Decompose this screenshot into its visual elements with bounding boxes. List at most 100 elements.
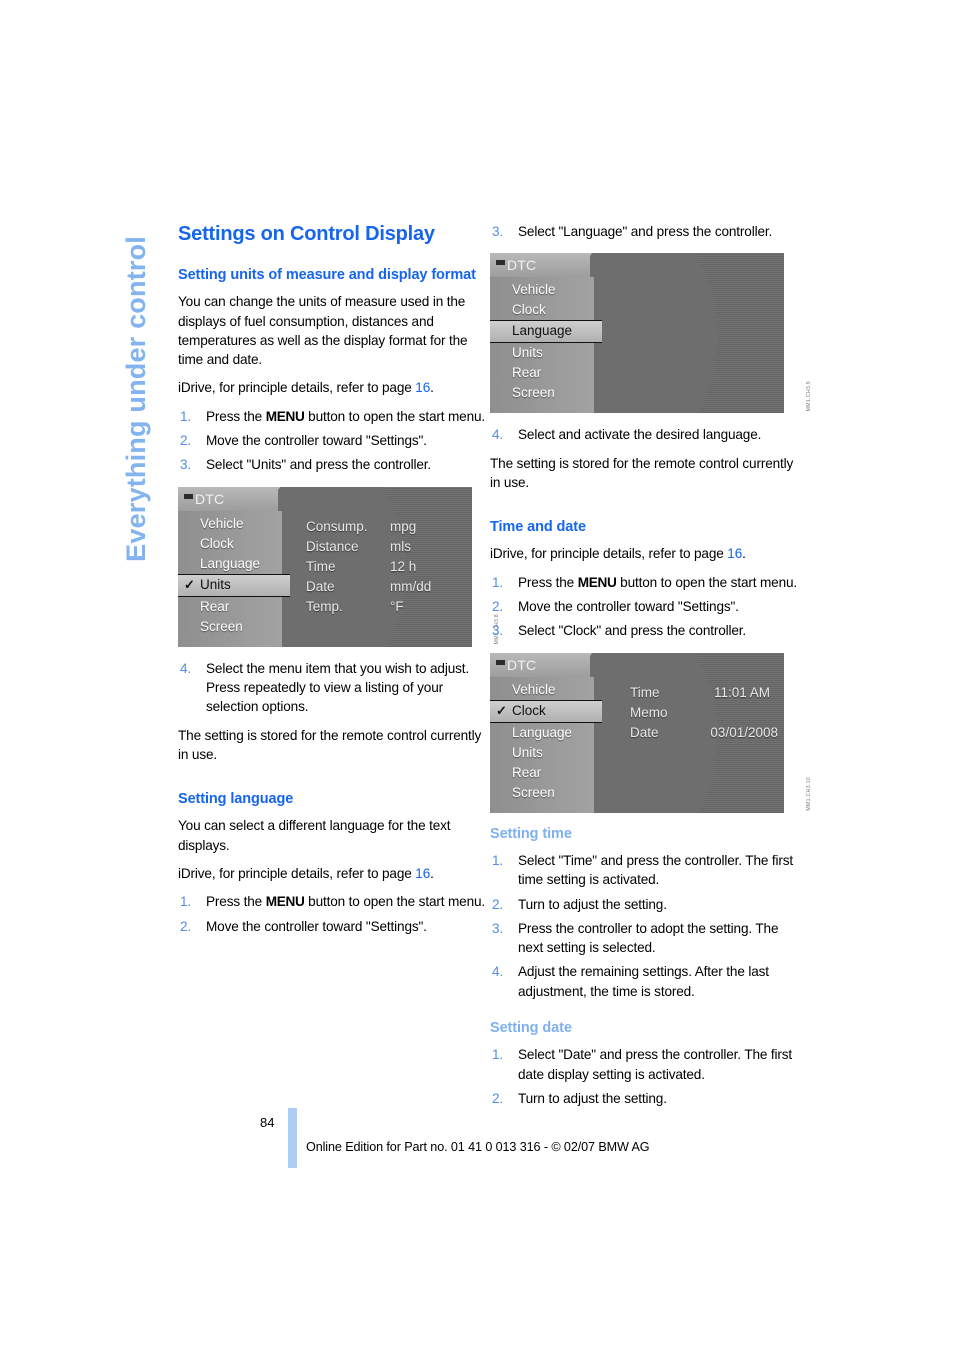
figure-clock-screen: DTC Vehicle ✓ Clock Language Units Rear S… <box>490 652 812 813</box>
language-step-three-list: Select "Language" and press the controll… <box>490 222 802 242</box>
units-intro-text: You can change the units of measure used… <box>178 294 468 368</box>
page-link-16[interactable]: 16 <box>415 866 430 881</box>
value-key: Time <box>630 684 660 700</box>
menu-button-key: MENU <box>577 574 617 590</box>
menu-item-clock[interactable]: Clock <box>490 300 594 320</box>
dtc-indicator-icon <box>496 260 505 266</box>
value-row-consumption[interactable]: Consump. mpg <box>306 517 466 537</box>
idrive-display-clock: DTC Vehicle ✓ Clock Language Units Rear S… <box>490 652 784 813</box>
value-key: Distance <box>306 538 359 554</box>
value-row-time[interactable]: Time 11:01 AM <box>630 683 778 703</box>
figure-language-screen: DTC Vehicle Clock Language Units Rear Sc… <box>490 253 812 414</box>
right-column: Select "Language" and press the controll… <box>490 222 812 1117</box>
menu-item-label: Rear <box>512 764 542 780</box>
menu-item-units[interactable]: ✓ Units <box>178 573 290 597</box>
list-item: Adjust the remaining settings. After the… <box>492 962 769 999</box>
setting-date-steps-list: Select "Date" and press the controller. … <box>490 1045 802 1108</box>
value-row-time[interactable]: Time 12 h <box>306 557 466 577</box>
idrive-status-bar: DTC <box>490 253 590 278</box>
value-row-date[interactable]: Date mm/dd <box>306 577 466 597</box>
menu-button-key: MENU <box>265 894 305 910</box>
menu-item-rear[interactable]: Rear <box>490 363 594 383</box>
value-row-distance[interactable]: Distance mls <box>306 537 466 557</box>
menu-item-vehicle[interactable]: Vehicle <box>178 514 282 534</box>
list-item: Move the controller toward "Settings". <box>180 431 427 451</box>
menu-item-rear[interactable]: Rear <box>178 597 282 617</box>
page-title: Settings on Control Display <box>178 223 435 245</box>
chapter-tab-label: Everything under control <box>121 236 151 562</box>
footer-edition-text: Online Edition for Part no. 01 41 0 013 … <box>306 1140 650 1154</box>
value-key: Date <box>630 724 659 740</box>
menu-item-label: Screen <box>512 784 555 800</box>
value-value: 11:01 AM <box>714 684 771 700</box>
list-item: Select "Date" and press the controller. … <box>492 1045 793 1082</box>
list-item: Select "Units" and press the controller. <box>180 455 432 475</box>
menu-item-label: Screen <box>512 385 555 401</box>
list-item: Move the controller toward "Settings". <box>180 917 427 937</box>
menu-item-language[interactable]: Language <box>490 320 602 344</box>
step-text-pre: Press the <box>206 408 266 424</box>
menu-item-vehicle[interactable]: Vehicle <box>490 680 594 700</box>
list-item: Press the controller to adopt the settin… <box>492 919 779 956</box>
menu-item-label: Clock <box>200 535 234 551</box>
menu-item-label: Language <box>200 555 261 571</box>
step-text-post: button to open the start menu. <box>304 408 486 424</box>
menu-item-label: Rear <box>200 598 230 614</box>
left-column: Settings on Control Display Setting unit… <box>178 222 500 945</box>
idrive-menu-list: Vehicle Clock Language ✓ Units Rear Scree… <box>178 511 290 637</box>
menu-item-label: Language <box>512 323 573 339</box>
dtc-label: DTC <box>507 257 537 274</box>
step-text-pre: Press the <box>518 574 578 590</box>
list-item: Press the MENU button to open the start … <box>178 892 490 912</box>
menu-item-screen[interactable]: Screen <box>490 783 594 803</box>
page-number: 84 <box>260 1115 275 1130</box>
figure-units-screen: DTC Vehicle Clock Language ✓ Units Rear S… <box>178 486 500 647</box>
menu-item-screen[interactable]: Screen <box>490 383 594 403</box>
menu-item-rear[interactable]: Rear <box>490 763 594 783</box>
idrive-menu-list: Vehicle Clock Language Units Rear Screen <box>490 277 602 403</box>
list-item: Press the MENU button to open the start … <box>490 573 802 593</box>
page-link-16[interactable]: 16 <box>415 380 430 395</box>
value-key: Memo <box>630 704 668 720</box>
checkmark-icon: ✓ <box>496 702 507 718</box>
dtc-indicator-icon <box>496 659 505 665</box>
step-text-post: button to open the start menu. <box>304 894 486 910</box>
setting-time-steps-list: Select "Time" and press the controller. … <box>490 851 802 1001</box>
idrive-ref-prefix: iDrive, for principle details, refer to … <box>490 546 728 562</box>
dtc-label: DTC <box>507 656 537 673</box>
step-text-pre: Press the <box>206 894 266 910</box>
value-key: Time <box>306 558 336 574</box>
menu-item-language[interactable]: Language <box>490 723 594 743</box>
idrive-values-panel: Time 11:01 AM Memo Date 03/01/2008 <box>630 683 778 743</box>
menu-item-label: Vehicle <box>512 282 556 298</box>
value-row-date[interactable]: Date 03/01/2008 <box>630 723 778 743</box>
menu-item-label: Units <box>200 576 231 592</box>
idrive-menu-strip: Vehicle Clock Language ✓ Units Rear Scree… <box>178 510 290 647</box>
list-item: Select "Time" and press the controller. … <box>492 851 794 888</box>
idrive-display-language: DTC Vehicle Clock Language Units Rear Sc… <box>490 253 784 414</box>
units-storage-note: The setting is stored for the remote con… <box>178 727 482 762</box>
list-item: Press the MENU button to open the start … <box>178 407 490 427</box>
idrive-status-bar: DTC <box>490 652 590 677</box>
page-link-16[interactable]: 16 <box>727 546 742 561</box>
menu-item-screen[interactable]: Screen <box>178 617 282 637</box>
menu-item-clock[interactable]: Clock <box>178 534 282 554</box>
value-value: °F <box>390 598 404 614</box>
idrive-values-panel: Consump. mpg Distance mls Time 12 h Date mm/… <box>306 517 466 617</box>
menu-item-units[interactable]: Units <box>490 343 594 363</box>
time-date-idrive-reference: iDrive, for principle details, refer to … <box>490 544 802 563</box>
idrive-ref-suffix: . <box>430 380 434 396</box>
menu-item-language[interactable]: Language <box>178 554 282 574</box>
list-item: Select "Clock" and press the controller. <box>492 621 747 641</box>
value-value: 03/01/2008 <box>710 724 778 740</box>
menu-item-clock[interactable]: ✓ Clock <box>490 699 602 723</box>
value-row-memo[interactable]: Memo <box>630 703 778 723</box>
dtc-label: DTC <box>195 490 225 507</box>
footer-accent-bar <box>288 1108 297 1168</box>
idrive-status-bar: DTC <box>178 486 278 511</box>
menu-item-vehicle[interactable]: Vehicle <box>490 280 594 300</box>
value-row-temp[interactable]: Temp. °F <box>306 597 466 617</box>
menu-item-units[interactable]: Units <box>490 743 594 763</box>
idrive-menu-list: Vehicle ✓ Clock Language Units Rear Scree… <box>490 677 602 803</box>
language-step-four-list: Select and activate the desired language… <box>490 425 802 445</box>
